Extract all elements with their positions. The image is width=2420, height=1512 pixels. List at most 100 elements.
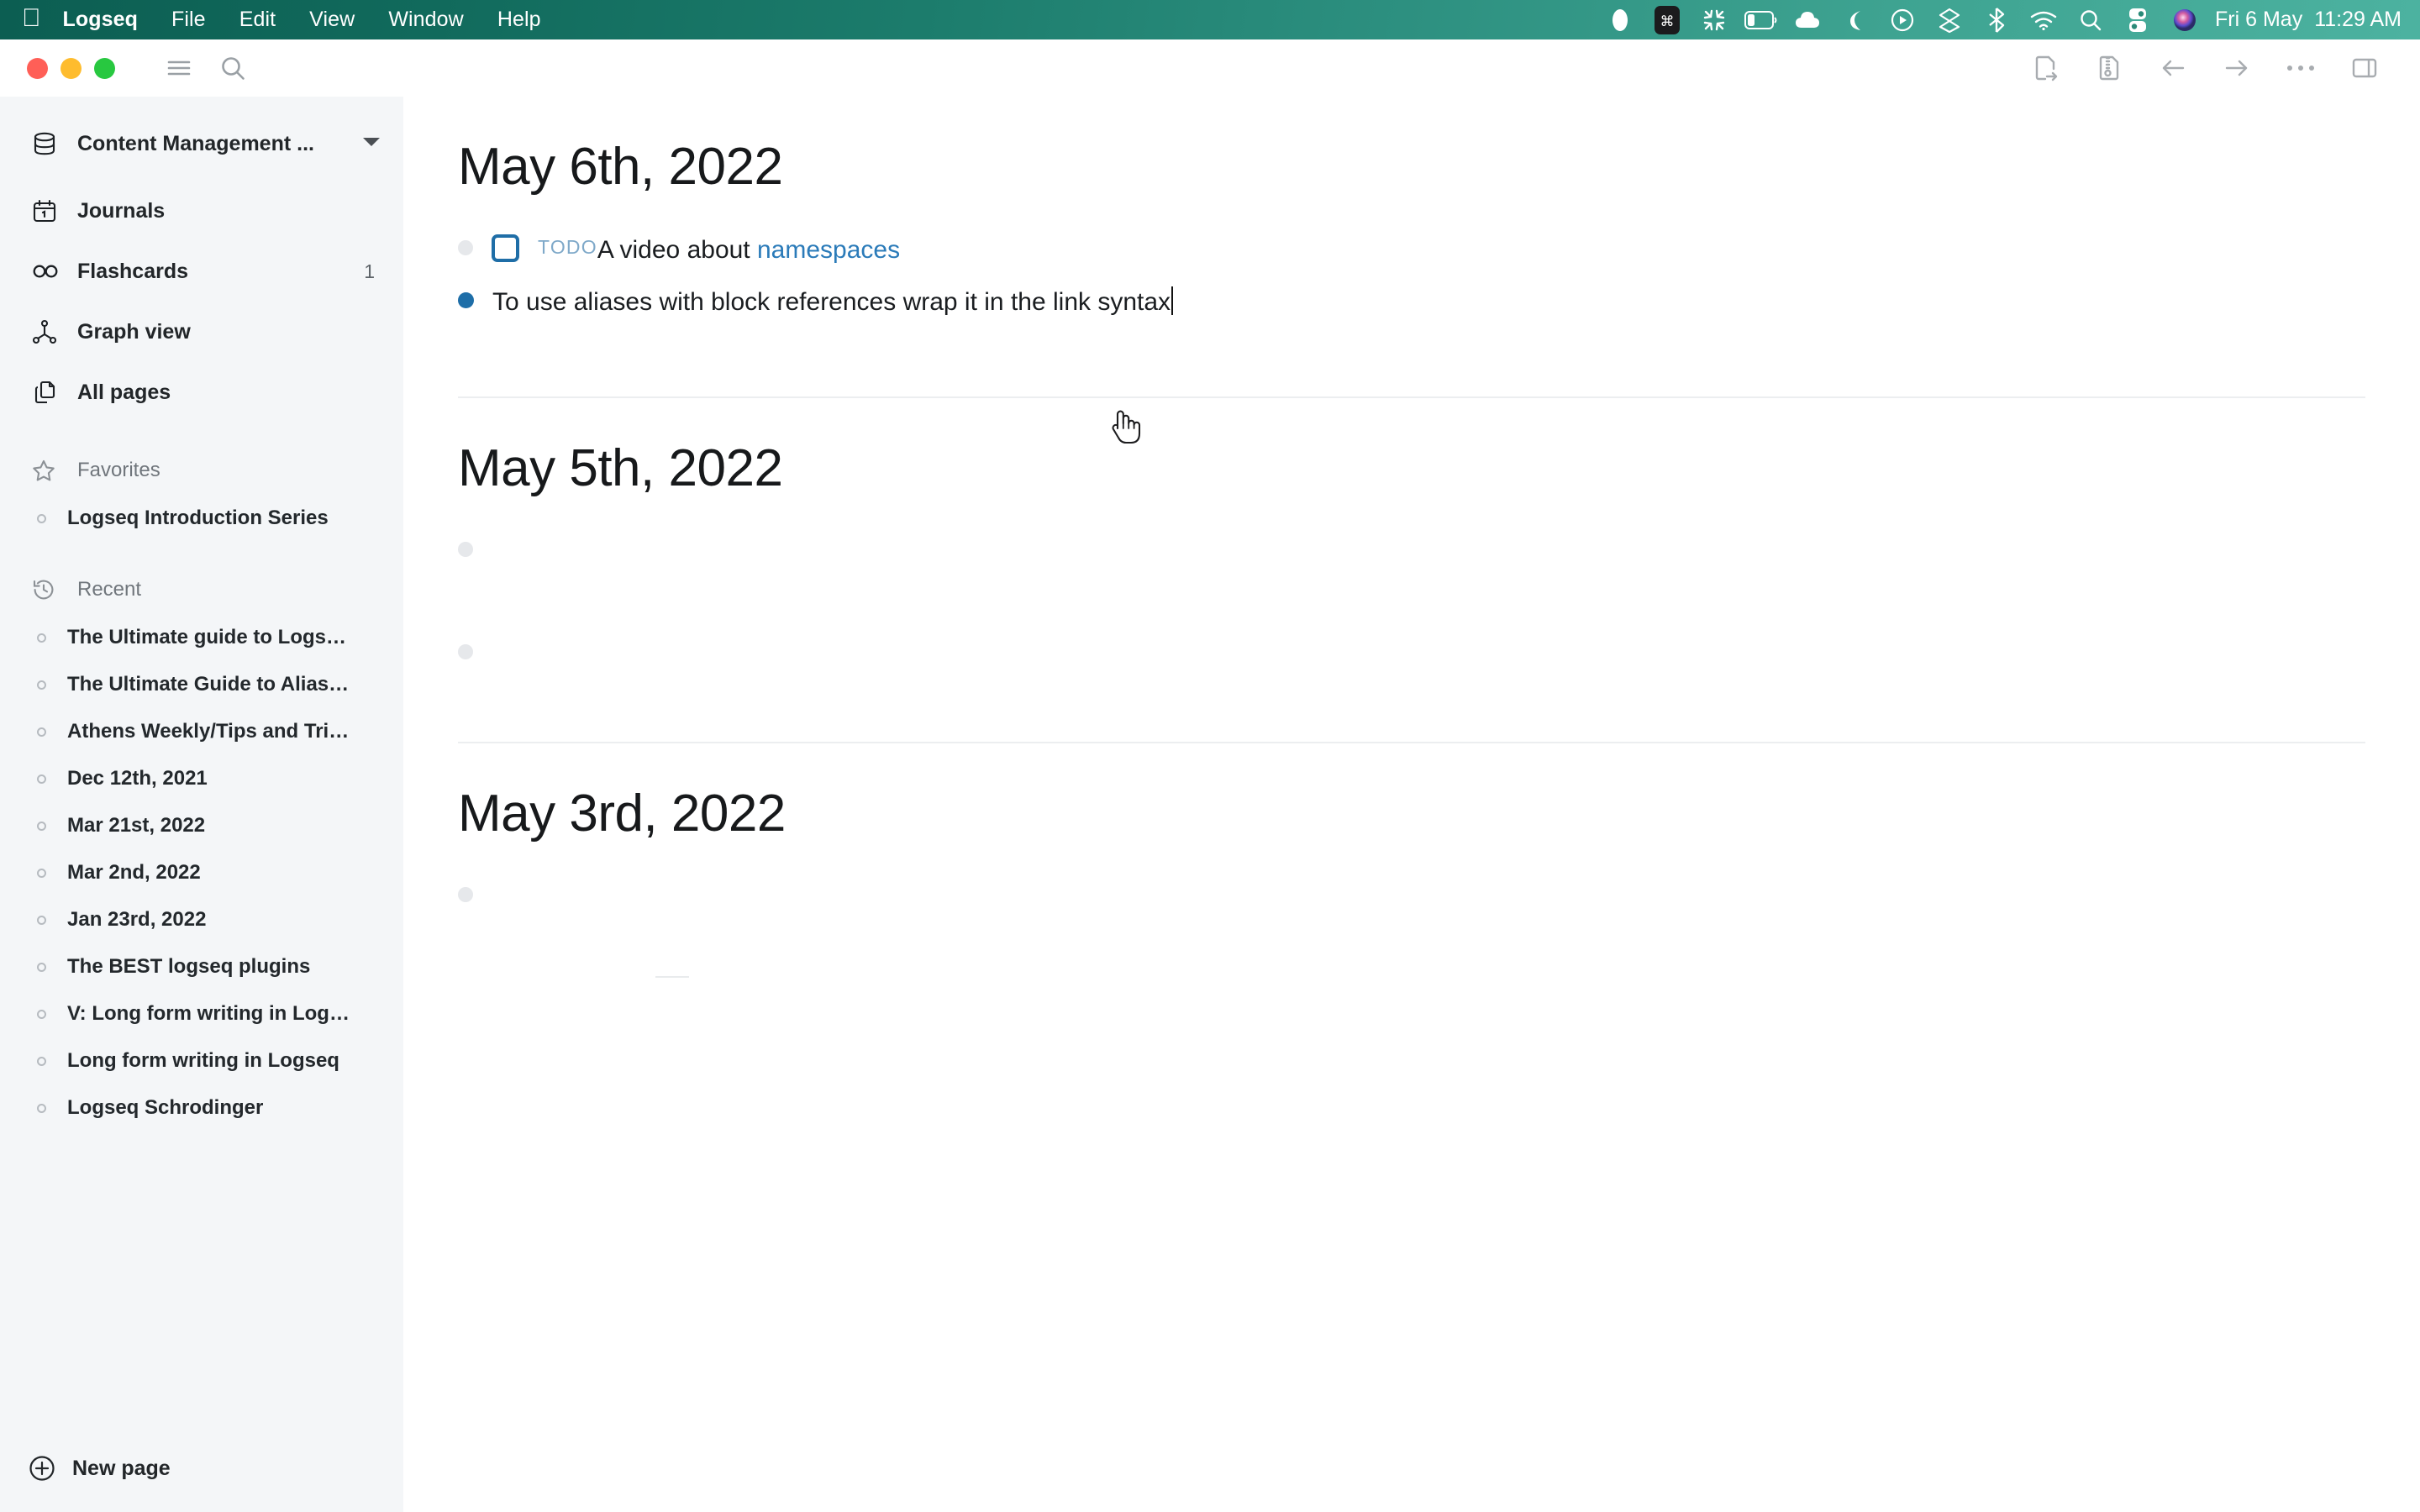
list-item[interactable]: Logseq Introduction Series bbox=[0, 495, 403, 542]
page-bullet-icon bbox=[37, 1103, 46, 1113]
page-bullet-icon bbox=[37, 868, 46, 878]
list-item[interactable]: The Ultimate guide to Logs… bbox=[0, 614, 403, 661]
list-item[interactable]: Long form writing in Logseq bbox=[0, 1037, 403, 1084]
list-item[interactable]: Logseq Schrodinger bbox=[0, 1084, 403, 1131]
toggle-right-sidebar-icon[interactable] bbox=[2333, 41, 2396, 95]
block-bullet-icon[interactable] bbox=[458, 542, 473, 557]
journal-entry: May 3rd, 2022 bbox=[403, 743, 2420, 978]
calendar-icon bbox=[32, 198, 69, 223]
siri-icon[interactable] bbox=[2161, 1, 2208, 39]
list-item[interactable]: Mar 2nd, 2022 bbox=[0, 849, 403, 896]
page-label: The BEST logseq plugins bbox=[67, 955, 311, 978]
recent-title: Recent bbox=[77, 578, 142, 601]
favorites-header[interactable]: Favorites bbox=[0, 446, 403, 495]
do-not-disturb-moon-icon[interactable] bbox=[1832, 1, 1879, 39]
back-arrow-icon[interactable] bbox=[2141, 41, 2205, 95]
zoom-button[interactable] bbox=[94, 57, 115, 79]
spotlight-search-icon[interactable] bbox=[2067, 1, 2114, 39]
sidebar-item-count: 1 bbox=[364, 260, 375, 282]
journals-main-area: May 6th, 2022 TODO A video about namespa… bbox=[403, 97, 2420, 1512]
page-label: Mar 2nd, 2022 bbox=[67, 861, 201, 884]
left-sidebar: Content Management ... Journals Flashcar… bbox=[0, 97, 403, 1512]
screen-recording-icon[interactable] bbox=[1597, 1, 1644, 39]
list-item[interactable]: Dec 12th, 2021 bbox=[0, 755, 403, 802]
graph-name: Content Management ... bbox=[77, 131, 314, 155]
recent-header[interactable]: Recent bbox=[0, 565, 403, 614]
dropbox-icon[interactable] bbox=[1926, 1, 1973, 39]
sidebar-item-journals[interactable]: Journals bbox=[0, 181, 403, 241]
minimize-button[interactable] bbox=[60, 57, 82, 79]
chevron-down-icon[interactable] bbox=[363, 136, 380, 151]
export-page-icon[interactable] bbox=[2013, 41, 2077, 95]
menu-item-logseq[interactable]: Logseq bbox=[63, 8, 139, 32]
menu-item-help[interactable]: Help bbox=[497, 8, 541, 32]
journal-blocks: TODO A video about namespaces To use ali… bbox=[403, 197, 2420, 331]
list-item[interactable]: Jan 23rd, 2022 bbox=[0, 896, 403, 943]
more-options-icon[interactable] bbox=[2269, 41, 2333, 95]
graph-selector[interactable]: Content Management ... bbox=[0, 120, 403, 167]
database-icon bbox=[32, 131, 69, 156]
page-label: Jan 23rd, 2022 bbox=[67, 908, 207, 931]
list-item[interactable]: The Ultimate Guide to Alias… bbox=[0, 661, 403, 708]
sidebar-item-label: All pages bbox=[77, 380, 171, 404]
journal-title[interactable]: May 3rd, 2022 bbox=[403, 743, 2420, 843]
close-button[interactable] bbox=[27, 57, 48, 79]
sidebar-item-flashcards[interactable]: Flashcards 1 bbox=[0, 241, 403, 302]
page-label: The Ultimate Guide to Alias… bbox=[67, 673, 350, 696]
page-reference-link[interactable]: namespaces bbox=[757, 236, 900, 264]
page-label: Dec 12th, 2021 bbox=[67, 767, 208, 790]
journal-blocks bbox=[403, 498, 2420, 733]
block-bullet-icon[interactable] bbox=[458, 240, 473, 255]
hamburger-menu-icon[interactable] bbox=[152, 41, 206, 95]
menu-item-view[interactable]: View bbox=[309, 8, 355, 32]
list-item[interactable]: Mar 21st, 2022 bbox=[0, 802, 403, 849]
wifi-icon[interactable] bbox=[2020, 1, 2067, 39]
page-bullet-icon bbox=[37, 513, 46, 523]
apple-logo-icon[interactable]:  bbox=[22, 5, 41, 31]
battery-icon[interactable] bbox=[1738, 1, 1785, 39]
list-item[interactable]: Athens Weekly/Tips and Tri… bbox=[0, 708, 403, 755]
menu-bar-clock[interactable]: Fri 6 May 11:29 AM bbox=[2215, 8, 2402, 32]
sidebar-item-all-pages[interactable]: All pages bbox=[0, 362, 403, 423]
text-caret bbox=[1171, 286, 1174, 315]
forward-arrow-icon[interactable] bbox=[2205, 41, 2269, 95]
page-bullet-icon bbox=[37, 821, 46, 831]
control-center-icon[interactable] bbox=[2114, 1, 2161, 39]
journal-blocks bbox=[403, 843, 2420, 976]
search-icon[interactable] bbox=[206, 41, 260, 95]
bluetooth-icon[interactable] bbox=[1973, 1, 2020, 39]
empty-block[interactable] bbox=[458, 631, 2420, 733]
block-bullet-icon[interactable] bbox=[458, 887, 473, 902]
macos-menu-bar:  Logseq File Edit View Window Help ⌘ bbox=[0, 0, 2420, 39]
todo-keyword[interactable]: TODO bbox=[538, 236, 597, 259]
empty-block[interactable] bbox=[458, 528, 2420, 631]
now-playing-icon[interactable] bbox=[1879, 1, 1926, 39]
keyboard-command-icon[interactable]: ⌘ bbox=[1644, 1, 1691, 39]
todo-block[interactable]: TODO A video about namespaces bbox=[458, 227, 2420, 279]
sidebar-item-label: Journals bbox=[77, 198, 166, 223]
text-block-editing[interactable]: To use aliases with block references wra… bbox=[458, 279, 2420, 331]
menu-item-window[interactable]: Window bbox=[388, 8, 464, 32]
empty-block[interactable] bbox=[458, 874, 2420, 976]
journal-entry: May 5th, 2022 bbox=[403, 398, 2420, 743]
menu-item-file[interactable]: File bbox=[171, 8, 206, 32]
block-text-prefix: A video about bbox=[597, 236, 757, 264]
page-label: V: Long form writing in Log… bbox=[67, 1002, 350, 1025]
block-text[interactable]: To use aliases with block references wra… bbox=[492, 283, 1174, 322]
journal-title[interactable]: May 6th, 2022 bbox=[403, 97, 2420, 197]
list-item[interactable]: V: Long form writing in Log… bbox=[0, 990, 403, 1037]
zip-document-icon[interactable] bbox=[2077, 41, 2141, 95]
block-bullet-icon[interactable] bbox=[458, 292, 474, 308]
cloud-icon[interactable] bbox=[1785, 1, 1832, 39]
menu-item-edit[interactable]: Edit bbox=[239, 8, 276, 32]
new-page-button[interactable]: New page bbox=[0, 1425, 403, 1512]
journal-title[interactable]: May 5th, 2022 bbox=[403, 398, 2420, 498]
block-bullet-icon[interactable] bbox=[458, 644, 473, 659]
page-label: Mar 21st, 2022 bbox=[67, 814, 206, 837]
sidebar-item-graph-view[interactable]: Graph view bbox=[0, 302, 403, 362]
screenshot-arrows-icon[interactable] bbox=[1691, 1, 1738, 39]
recent-list: The Ultimate guide to Logs… The Ultimate… bbox=[0, 614, 403, 1131]
list-item[interactable]: The BEST logseq plugins bbox=[0, 943, 403, 990]
todo-checkbox[interactable] bbox=[492, 234, 519, 262]
clock-time: 11:29 AM bbox=[2314, 8, 2402, 31]
